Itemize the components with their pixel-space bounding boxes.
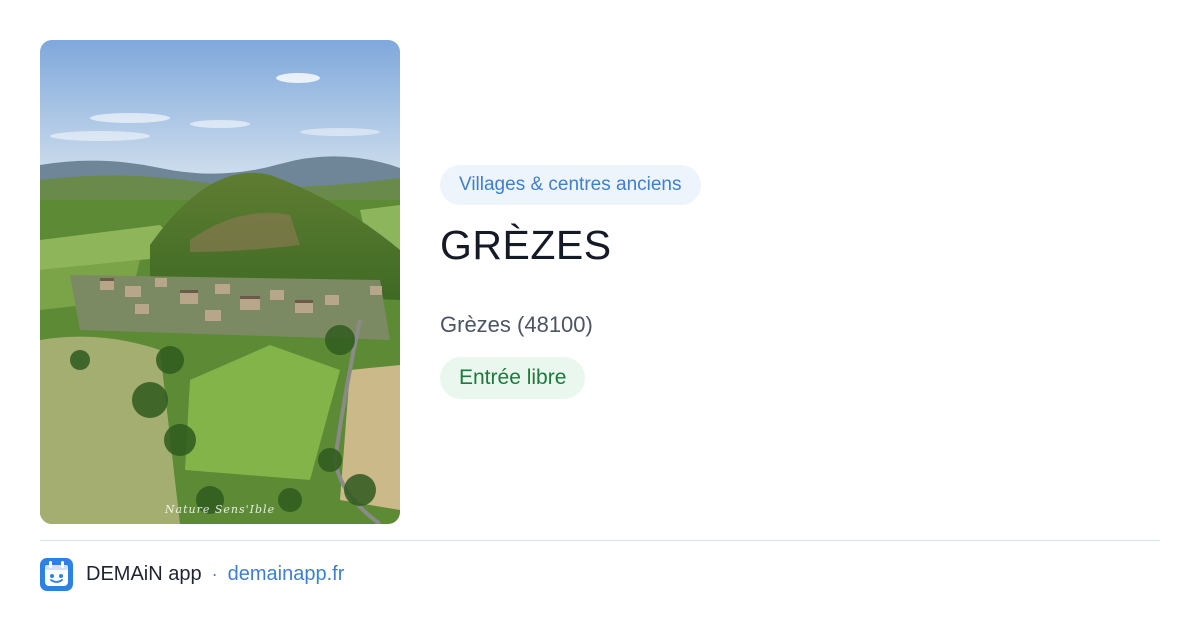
- footer: DEMAiN app · demainapp.fr: [40, 557, 344, 591]
- app-website-link[interactable]: demainapp.fr: [228, 563, 345, 586]
- place-location: Grèzes (48100): [440, 312, 593, 337]
- place-title: GRÈZES: [440, 222, 612, 268]
- category-chip: Villages & centres anciens: [440, 165, 701, 205]
- photo-watermark: Nature Sens'Ible: [164, 503, 276, 516]
- app-name: DEMAiN app: [86, 562, 202, 585]
- footer-separator: ·: [211, 563, 218, 584]
- landscape-photo-graphic: [40, 40, 400, 524]
- place-photo: Nature Sens'Ible: [40, 40, 400, 524]
- app-logo-icon: [40, 557, 73, 591]
- access-badge: Entrée libre: [440, 357, 586, 399]
- divider: [40, 540, 1160, 541]
- category-container: Villages & centres anciens: [440, 165, 701, 205]
